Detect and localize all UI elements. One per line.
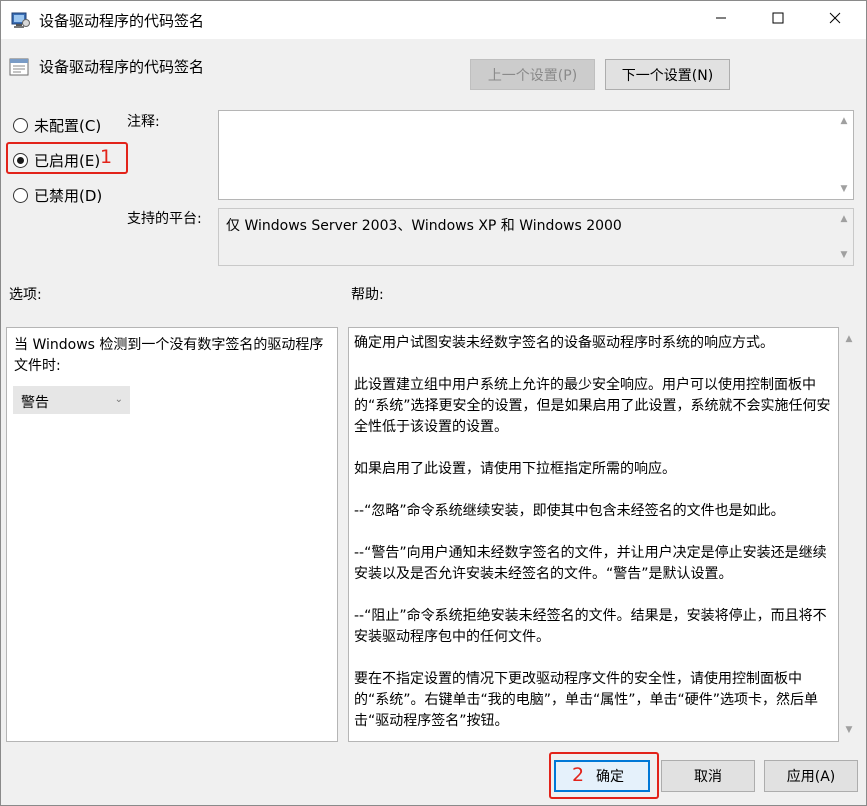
help-paragraph: 如果启用了此设置，请使用下拉框指定所需的响应。 [354, 461, 676, 477]
help-scrollbar[interactable]: ▲ ▼ [841, 327, 858, 742]
platform-textbox: 仅 Windows Server 2003、Windows XP 和 Windo… [218, 208, 854, 266]
radio-not-configured[interactable]: 未配置(C) [13, 115, 101, 136]
platform-value: 仅 Windows Server 2003、Windows XP 和 Windo… [226, 218, 622, 234]
radio-circle[interactable] [13, 118, 28, 133]
close-icon [829, 12, 841, 28]
comment-label: 注释: [127, 114, 160, 130]
annotation-number: 1 [100, 146, 113, 168]
scroll-down-icon[interactable]: ▼ [845, 726, 853, 735]
scroll-up-icon[interactable]: ▲ [845, 335, 853, 344]
help-paragraph: 此设置建立组中用户系统上允许的最少安全响应。用户可以使用控制面板中的“系统”选择… [354, 377, 831, 435]
maximize-icon [772, 12, 784, 28]
help-text: 确定用户试图安装未经数字签名的设备驱动程序时系统的响应方式。 此设置建立组中用户… [354, 333, 837, 753]
policy-setting-icon [9, 57, 29, 77]
scroll-down-icon[interactable]: ▼ [840, 251, 848, 260]
policy-title: 设备驱动程序的代码签名 [39, 58, 205, 76]
help-paragraph: --“忽略”命令系统继续安装，即使其中包含未经签名的文件也是如此。 [354, 503, 785, 519]
scroll-up-icon[interactable]: ▲ [840, 215, 848, 224]
options-label: 选项: [9, 287, 42, 303]
scroll-up-icon[interactable]: ▲ [840, 117, 848, 126]
help-paragraph: --“警告”向用户通知未经数字签名的文件，并让用户决定是停止安装还是继续安装以及… [354, 545, 827, 582]
radio-circle[interactable] [13, 188, 28, 203]
options-panel: 当 Windows 检测到一个没有数字签名的驱动程序文件时: 警告 ⌄ [6, 327, 338, 742]
close-button[interactable] [812, 1, 858, 39]
radio-disabled[interactable]: 已禁用(D) [13, 185, 102, 206]
options-prompt: 当 Windows 检测到一个没有数字签名的驱动程序文件时: [14, 337, 324, 374]
apply-button[interactable]: 应用(A) [764, 760, 858, 792]
cancel-button[interactable]: 取消 [661, 760, 755, 792]
window-title: 设备驱动程序的代码签名 [39, 12, 205, 30]
help-paragraph: 要在不指定设置的情况下更改驱动程序文件的安全性，请使用控制面板中的“系统”。右键… [354, 671, 819, 729]
dropdown-selected-value: 警告 [21, 395, 49, 411]
radio-label: 未配置(C) [34, 117, 102, 135]
help-panel: 确定用户试图安装未经数字签名的设备驱动程序时系统的响应方式。 此设置建立组中用户… [348, 327, 839, 742]
next-setting-button[interactable]: 下一个设置(N) [605, 59, 730, 90]
policy-header: 设备驱动程序的代码签名 [1, 39, 866, 99]
annotation-number: 2 [572, 764, 585, 786]
policy-settings-icon [11, 11, 31, 29]
help-paragraph: --“阻止”命令系统拒绝安装未经签名的文件。结果是，安装将停止，而且将不安装驱动… [354, 608, 827, 645]
policy-dialog-window: 设备驱动程序的代码签名 设备驱动程序的代码签名 上一个设置(P) 下一个设置(N… [0, 0, 867, 806]
help-label: 帮助: [351, 287, 384, 303]
platform-label: 支持的平台: [127, 211, 202, 227]
maximize-button[interactable] [755, 1, 801, 39]
title-bar: 设备驱动程序的代码签名 [1, 1, 866, 39]
comment-textbox[interactable]: ▲ ▼ [218, 110, 854, 200]
platform-scrollbar[interactable]: ▲ ▼ [836, 209, 853, 265]
annotation-highlight-box [549, 752, 659, 799]
minimize-button[interactable] [698, 1, 744, 39]
help-paragraph: 确定用户试图安装未经数字签名的设备驱动程序时系统的响应方式。 [354, 335, 774, 351]
minimize-icon [715, 12, 727, 28]
radio-label: 已禁用(D) [34, 187, 103, 205]
scroll-down-icon[interactable]: ▼ [840, 185, 848, 194]
previous-setting-button[interactable]: 上一个设置(P) [470, 59, 595, 90]
comment-scrollbar[interactable]: ▲ ▼ [836, 111, 853, 199]
chevron-down-icon: ⌄ [114, 394, 123, 405]
response-dropdown[interactable]: 警告 ⌄ [13, 386, 130, 414]
